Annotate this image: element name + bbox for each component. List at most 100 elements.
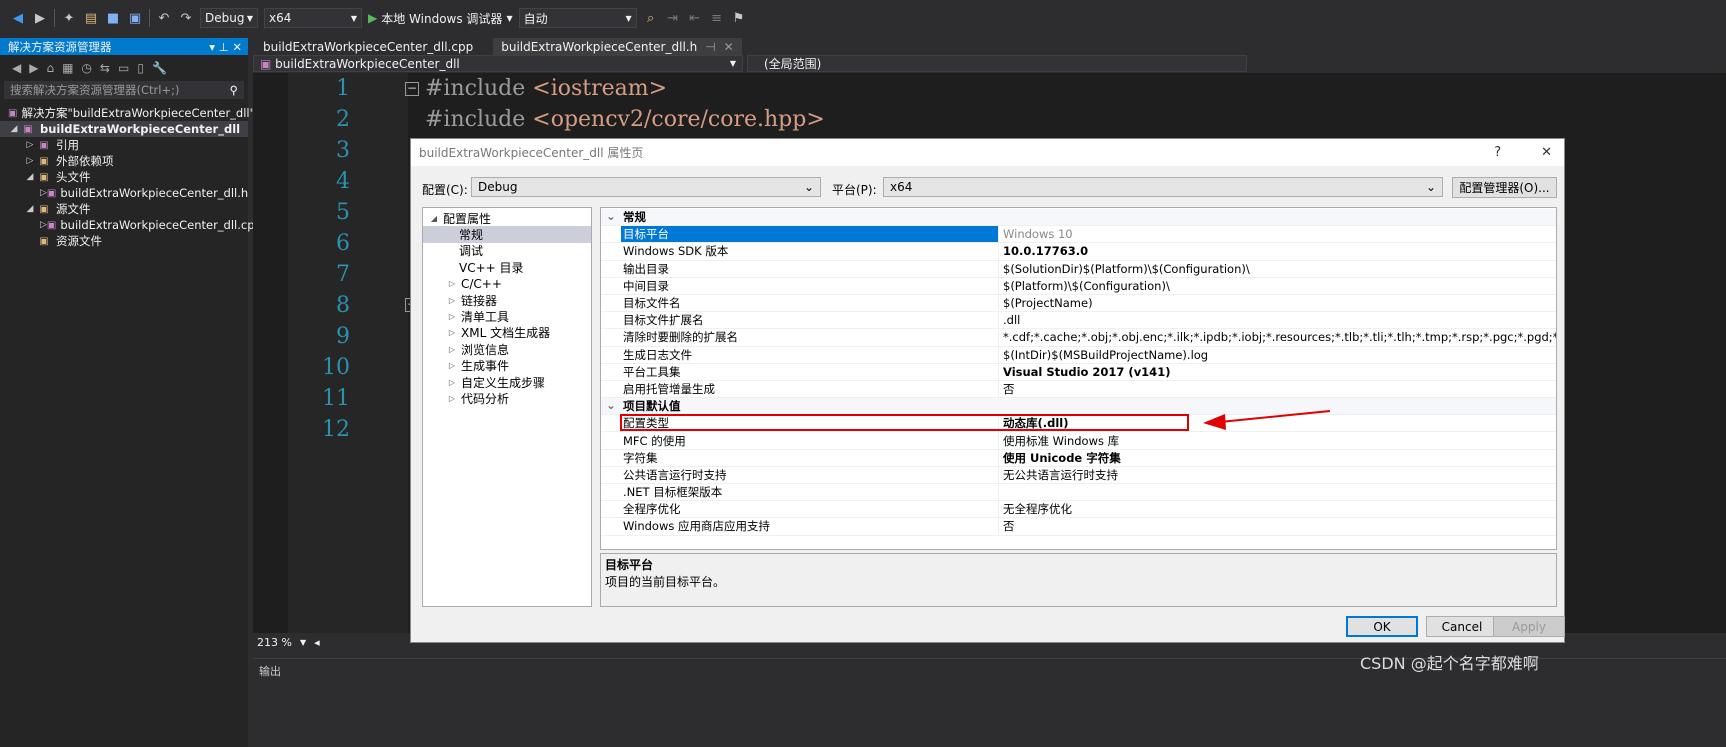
property-row[interactable]: 目标平台 Windows 10 [601, 226, 1556, 244]
property-row[interactable]: .NET 目标框架版本 [601, 484, 1556, 502]
tree-item[interactable]: ▷ ▣ 引用 [0, 137, 248, 153]
apply-button[interactable]: Apply [1493, 616, 1565, 637]
tree-item[interactable]: ▣ 资源文件 [0, 233, 248, 249]
property-value[interactable]: $(ProjectName) [999, 295, 1556, 311]
forward-icon[interactable]: ▶ [29, 61, 38, 75]
redo-icon[interactable]: ↷ [178, 11, 194, 26]
property-row[interactable]: 输出目录 $(SolutionDir)$(Platform)\$(Configur… [601, 260, 1556, 278]
property-value[interactable]: 使用 Unicode 字符集 [999, 450, 1556, 466]
switch-views-icon[interactable]: ▦ [62, 61, 73, 75]
expand-arrow-icon[interactable]: ▷ [40, 188, 47, 198]
property-tree-item[interactable]: ▷ XML 文档生成器 [423, 325, 591, 341]
property-value[interactable]: $(Platform)\$(Configuration)\ [999, 278, 1556, 294]
back-icon[interactable]: ◀ [12, 61, 21, 75]
property-value[interactable]: *.cdf;*.cache;*.obj;*.obj.enc;*.ilk;*.ip… [999, 329, 1556, 345]
save-all-icon[interactable]: ▣ [127, 11, 143, 26]
property-row[interactable]: 全程序优化 无全程序优化 [601, 501, 1556, 519]
expand-arrow-icon[interactable]: ▷ [445, 394, 459, 403]
indent-icon[interactable]: ⇥ [665, 11, 681, 26]
property-value[interactable]: 否 [999, 518, 1556, 534]
scroll-left-icon[interactable]: ◂ [314, 636, 320, 649]
pin-icon[interactable]: ⊣ [705, 40, 715, 54]
property-value[interactable]: $(IntDir)$(MSBuildProjectName).log [999, 347, 1556, 363]
property-value[interactable]: .dll [999, 312, 1556, 328]
property-row[interactable]: Windows SDK 版本 10.0.17763.0 [601, 243, 1556, 261]
tree-item[interactable]: ▷ ▣ 外部依赖项 [0, 153, 248, 169]
property-tree-item[interactable]: ▷ 生成事件 [423, 358, 591, 374]
comment-icon[interactable]: ≡ [709, 11, 725, 26]
save-icon[interactable]: ■ [105, 11, 121, 26]
property-category[interactable]: ⌄ 项目默认值 [601, 398, 1556, 416]
expand-arrow-icon[interactable]: ◢ [24, 204, 36, 214]
tree-item[interactable]: ◢ ▣ buildExtraWorkpieceCenter_dll [0, 121, 248, 137]
property-category[interactable]: ⌄ 常规 [601, 209, 1556, 227]
expand-arrow-icon[interactable]: ◢ [24, 172, 36, 182]
panel-controls[interactable]: ▾ ⊥ ✕ [209, 40, 242, 54]
tree-item[interactable]: ▷ ▣ buildExtraWorkpieceCenter_dll.cpp [0, 217, 262, 233]
expand-arrow-icon[interactable]: ▷ [445, 296, 459, 305]
expand-arrow-icon[interactable]: ▷ [445, 378, 459, 387]
property-row[interactable]: Windows 应用商店应用支持否 [601, 518, 1556, 536]
solution-search-input[interactable]: 搜索解决方案资源管理器(Ctrl+;) ⚲ [4, 81, 244, 99]
property-value[interactable] [999, 484, 1556, 500]
project-nav-dropdown[interactable]: ▣ buildExtraWorkpieceCenter_dll ▼ [253, 55, 743, 72]
ok-button[interactable]: OK [1346, 616, 1418, 637]
zoom-control[interactable]: 213 % ▼ ◂ [253, 634, 413, 650]
expand-arrow-icon[interactable]: ▷ [40, 220, 47, 230]
expand-arrow-icon[interactable]: ◢ [8, 124, 20, 134]
property-row[interactable]: MFC 的使用 使用标准 Windows 库 [601, 432, 1556, 450]
undo-icon[interactable]: ↶ [156, 11, 172, 26]
property-tree-item[interactable]: VC++ 目录 [423, 259, 591, 275]
tree-item[interactable]: ▷ ▣ buildExtraWorkpieceCenter_dll.h [0, 185, 248, 201]
property-row[interactable]: 字符集 使用 Unicode 字符集 [601, 449, 1556, 467]
help-button[interactable]: ? [1494, 145, 1501, 160]
scope-dropdown[interactable]: (全局范围) [747, 55, 1247, 72]
collapse-all-icon[interactable]: ▭ [118, 61, 129, 75]
property-row[interactable]: 生成日志文件 $(IntDir)$(MSBuildProjectName).log [601, 346, 1556, 364]
sync-icon[interactable]: ⇆ [100, 61, 110, 75]
collapse-icon[interactable]: − [405, 82, 419, 96]
close-button[interactable]: ✕ [1541, 145, 1552, 160]
platform-combo[interactable]: x64 ⌄ [883, 177, 1443, 197]
close-icon[interactable]: ✕ [724, 40, 734, 54]
tree-item[interactable]: ▣ 解决方案"buildExtraWorkpieceCenter_dll"(1 个 [0, 105, 282, 121]
chevron-down-icon[interactable]: ⌄ [601, 209, 621, 225]
start-debug-button[interactable]: ▶ 本地 Windows 调试器 ▼ [368, 10, 513, 27]
history-icon[interactable]: ◷ [81, 61, 91, 75]
property-value[interactable]: 无全程序优化 [999, 501, 1556, 517]
cancel-button[interactable]: Cancel [1426, 616, 1498, 637]
property-tree-item[interactable]: ◢ 配置属性 [423, 210, 591, 226]
property-value[interactable]: Visual Studio 2017 (v141) [999, 364, 1556, 380]
home-icon[interactable]: ⌂ [46, 61, 54, 75]
property-tree-item[interactable]: ▷ 链接器 [423, 292, 591, 308]
properties-icon[interactable]: 🔧 [152, 61, 167, 75]
tab-cpp-file[interactable]: buildExtraWorkpieceCenter_dll.cpp [255, 38, 481, 55]
config-combo[interactable]: Debug ⌄ [471, 177, 821, 197]
property-tree-item[interactable]: 调试 [423, 243, 591, 259]
property-row[interactable]: 目标文件扩展名 .dll [601, 312, 1556, 330]
expand-arrow-icon[interactable]: ◢ [427, 214, 441, 223]
property-row[interactable]: 启用托管增量生成否 [601, 380, 1556, 399]
property-tree-item[interactable]: ▷ 代码分析 [423, 390, 591, 406]
outdent-icon[interactable]: ⇤ [687, 11, 703, 26]
property-tree-item[interactable]: ▷ 浏览信息 [423, 341, 591, 357]
property-row[interactable]: 清除时要删除的扩展名 *.cdf;*.cache;*.obj;*.obj.enc;… [601, 329, 1556, 347]
tree-item[interactable]: ◢ ▣ 头文件 [0, 169, 248, 185]
property-row[interactable]: 中间目录 $(Platform)\$(Configuration)\ [601, 277, 1556, 295]
show-all-files-icon[interactable]: ▯ [137, 61, 144, 75]
chevron-down-icon[interactable]: ⌄ [601, 398, 621, 414]
expand-arrow-icon[interactable]: ▷ [24, 156, 36, 166]
property-tree-item[interactable]: ▷ C/C++ [423, 276, 591, 292]
forward-icon[interactable]: ▶ [32, 11, 48, 26]
find-icon[interactable]: ⌕ [643, 11, 659, 26]
property-value[interactable]: 否 [999, 381, 1556, 397]
property-row[interactable]: 公共语言运行时支持 无公共语言运行时支持 [601, 466, 1556, 484]
expand-arrow-icon[interactable]: ▷ [445, 361, 459, 370]
debug-mode-dropdown[interactable]: 自动 ▼ [518, 8, 637, 28]
tree-item[interactable]: ◢ ▣ 源文件 [0, 201, 248, 217]
config-manager-button[interactable]: 配置管理器(O)... [1452, 177, 1557, 198]
expand-arrow-icon[interactable]: ▷ [24, 140, 36, 150]
property-value[interactable]: 无公共语言运行时支持 [999, 467, 1556, 483]
property-value[interactable]: Windows 10 [999, 226, 1556, 242]
tab-header-file[interactable]: buildExtraWorkpieceCenter_dll.h ⊣ ✕ [493, 38, 742, 55]
